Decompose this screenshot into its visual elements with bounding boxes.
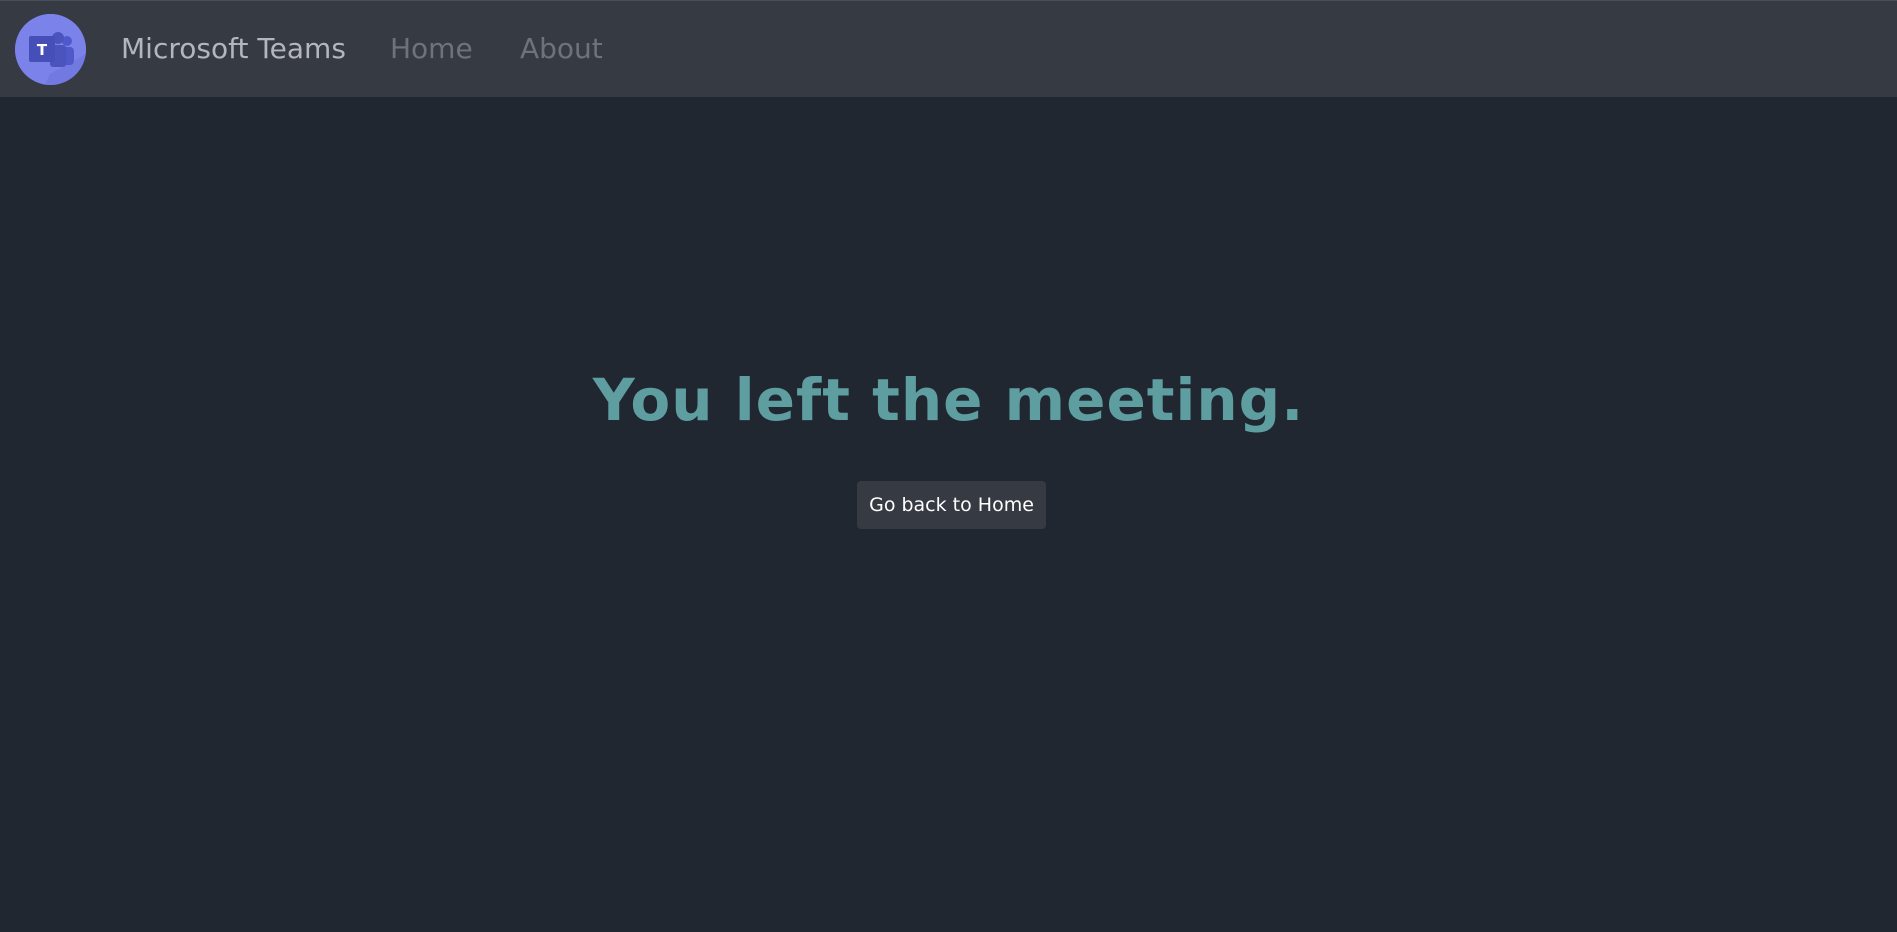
microsoft-teams-logo-icon[interactable]: T: [15, 14, 86, 85]
teams-logo-graphic: T: [15, 14, 86, 85]
go-back-home-button[interactable]: Go back to Home: [857, 481, 1046, 529]
navbar: T Microsoft Teams Home About: [0, 0, 1897, 97]
brand-link[interactable]: Microsoft Teams: [121, 31, 346, 67]
page-title: You left the meeting.: [592, 366, 1305, 434]
nav-about-link[interactable]: About: [520, 31, 603, 67]
svg-text:T: T: [37, 41, 48, 59]
nav-home-link[interactable]: Home: [390, 31, 473, 67]
